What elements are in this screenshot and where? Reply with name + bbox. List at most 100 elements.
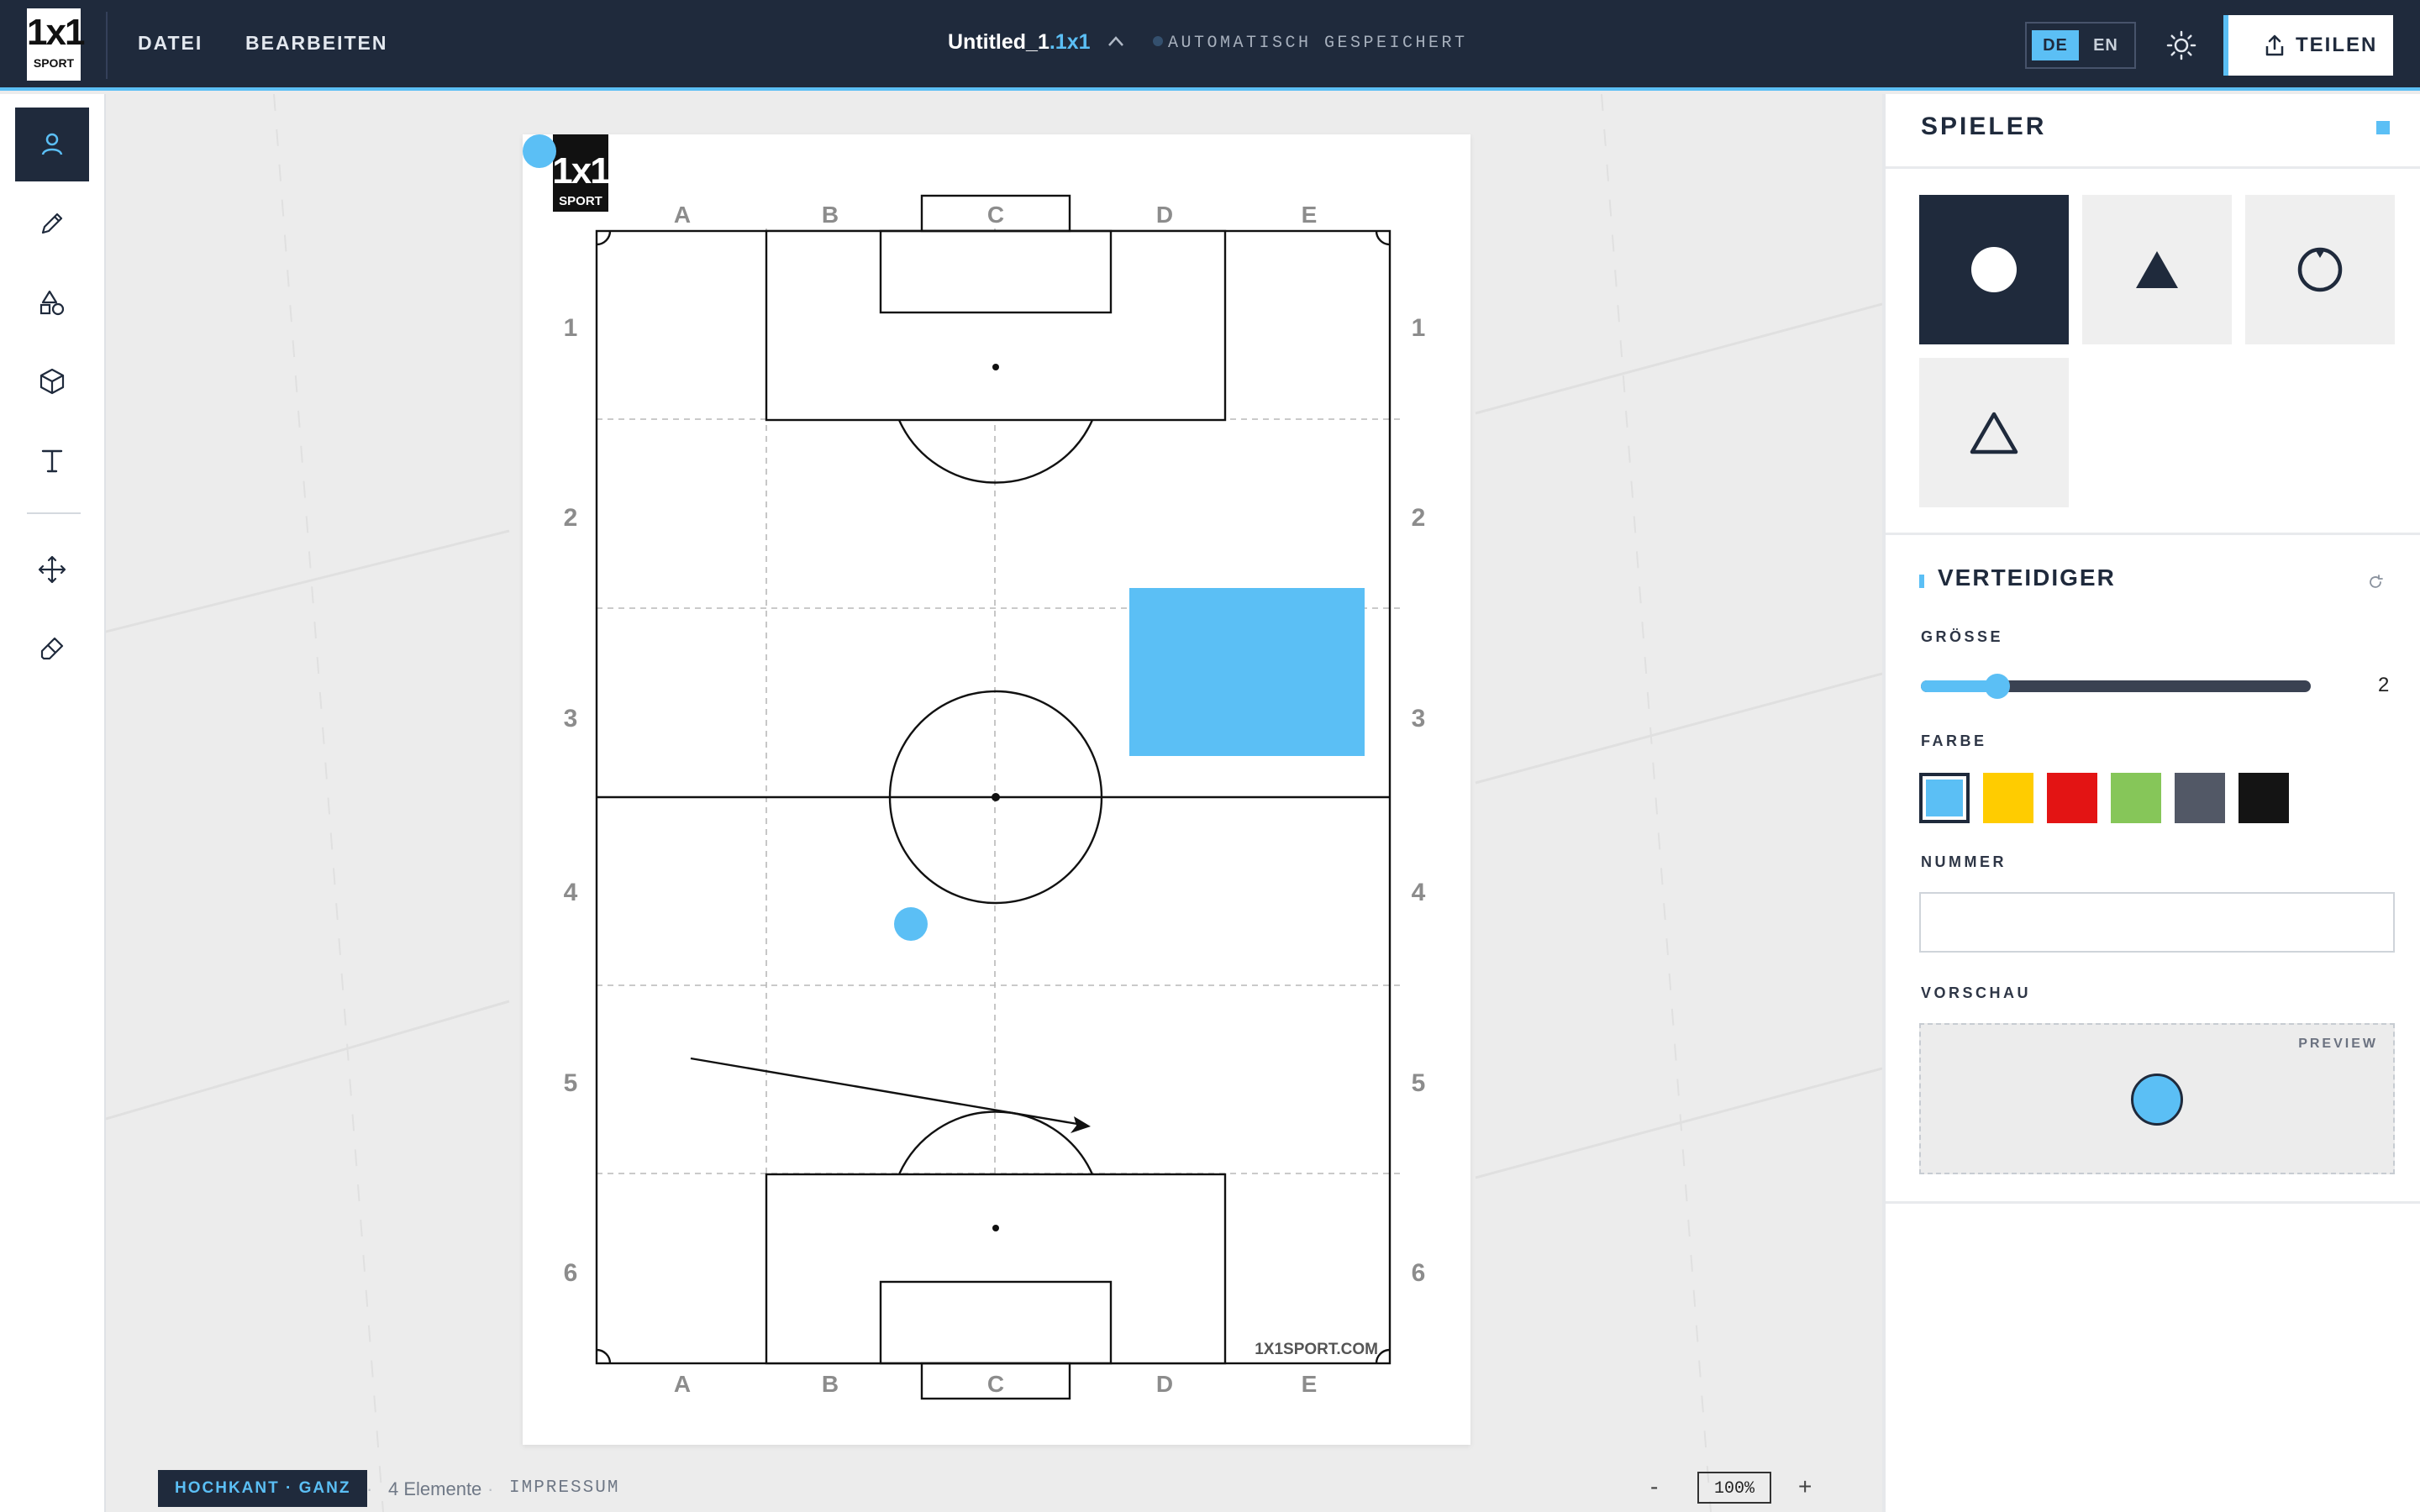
color-label: FARBE xyxy=(1921,732,1987,749)
col-label-top: B xyxy=(822,202,839,228)
tool-text[interactable] xyxy=(15,423,89,497)
zoom-level[interactable]: 100% xyxy=(1697,1472,1771,1504)
lang-de-button[interactable]: DE xyxy=(2032,30,2079,60)
preview-tag: PREVIEW xyxy=(2298,1037,2378,1051)
soccer-pitch[interactable]: A B C D E A B C D E 1 2 3 4 5 6 1 2 3 4 … xyxy=(523,134,1470,1445)
left-toolbar xyxy=(0,94,106,1512)
pass-arrow[interactable] xyxy=(690,1057,1091,1133)
color-swatch-red[interactable] xyxy=(2047,773,2097,823)
sheet-logo-mark: 1x1 xyxy=(552,150,610,192)
move-icon xyxy=(38,555,66,584)
tool-player[interactable] xyxy=(15,108,89,181)
logo-sub: SPORT xyxy=(33,56,75,70)
app-logo[interactable]: 1x1 SPORT xyxy=(27,8,85,81)
impressum-link[interactable]: IMPRESSUM xyxy=(509,1478,619,1498)
pitch-sheet[interactable]: A B C D E A B C D E 1 2 3 4 5 6 1 2 3 4 … xyxy=(523,134,1470,1445)
player-marker[interactable] xyxy=(894,907,928,941)
row-label-left: 1 xyxy=(564,314,578,342)
document-name: Untitled_1 xyxy=(948,30,1050,54)
row-label-right: 3 xyxy=(1412,705,1426,732)
row-label-right: 2 xyxy=(1412,504,1426,532)
col-label-bottom: A xyxy=(674,1371,691,1397)
triangle-filled-icon xyxy=(2136,251,2178,288)
canvas-area[interactable]: A B C D E A B C D E 1 2 3 4 5 6 1 2 3 4 … xyxy=(106,94,1882,1512)
player-marker[interactable] xyxy=(523,134,556,168)
row-label-right: 5 xyxy=(1412,1069,1426,1097)
triangle-outline-icon xyxy=(1970,412,2018,454)
circle-outline-icon xyxy=(2297,247,2343,292)
number-label: NUMMER xyxy=(1921,853,2007,870)
col-label-top: D xyxy=(1156,202,1173,228)
col-label-top: C xyxy=(987,202,1004,228)
col-label-bottom: B xyxy=(822,1371,839,1397)
circle-filled-icon xyxy=(1971,247,2017,292)
col-label-bottom: C xyxy=(987,1371,1004,1397)
lang-en-button[interactable]: EN xyxy=(2082,30,2129,60)
eraser-icon xyxy=(40,637,64,660)
row-label-left: 3 xyxy=(564,705,578,732)
chevron-up-icon[interactable] xyxy=(1102,30,1125,54)
menu-bearbeiten[interactable]: BEARBEITEN xyxy=(245,32,388,55)
panel-divider xyxy=(1886,166,2420,169)
tool-shapes[interactable] xyxy=(15,265,89,339)
properties-panel: SPIELER VERTEIDIGER GRÖSSE 2 FARBE NUMME… xyxy=(1882,94,2420,1512)
orientation-badge[interactable]: HOCHKANT · GANZ xyxy=(158,1470,368,1507)
row-label-left: 2 xyxy=(564,504,578,532)
number-input[interactable] xyxy=(1919,892,2395,953)
autosave-status: AUTOMATISCH GESPEICHERT xyxy=(1153,34,1468,53)
menu-datei[interactable]: DATEI xyxy=(138,32,203,55)
shape-option-triangle-outline[interactable] xyxy=(1919,358,2069,507)
tool-draw[interactable] xyxy=(15,186,89,260)
size-label: GRÖSSE xyxy=(1921,628,2004,645)
status-separator: · xyxy=(366,1478,373,1499)
row-label-left: 4 xyxy=(564,879,578,906)
shape-option-triangle-filled[interactable] xyxy=(2082,195,2232,344)
color-swatch-green[interactable] xyxy=(2111,773,2161,823)
reset-icon[interactable] xyxy=(2366,573,2385,596)
sheet-logo: 1x1 SPORT xyxy=(552,134,612,212)
preview-player xyxy=(2131,1074,2183,1126)
share-button[interactable]: TEILEN xyxy=(2223,15,2393,76)
panel-divider xyxy=(1886,1201,2420,1204)
shape-option-circle-outline[interactable] xyxy=(2245,195,2395,344)
zoom-out-button[interactable]: - xyxy=(1650,1473,1658,1500)
panel-divider xyxy=(1886,533,2420,535)
color-swatch-blue[interactable] xyxy=(1919,773,1970,823)
sheet-logo-sub: SPORT xyxy=(559,194,602,208)
tool-move[interactable] xyxy=(15,533,89,606)
col-label-bottom: E xyxy=(1302,1371,1318,1397)
theme-toggle-button[interactable] xyxy=(2161,25,2202,66)
zone-rectangle[interactable] xyxy=(1129,588,1365,756)
size-value: 2 xyxy=(2378,674,2390,696)
tool-erase[interactable] xyxy=(15,612,89,685)
col-label-top: E xyxy=(1302,202,1318,228)
col-label-bottom: D xyxy=(1156,1371,1173,1397)
row-label-right: 1 xyxy=(1412,314,1426,342)
status-separator: · xyxy=(487,1478,494,1499)
preview-box: PREVIEW xyxy=(1919,1023,2395,1174)
header-divider xyxy=(106,12,108,79)
top-bar: 1x1 SPORT DATEI BEARBEITEN Untitled_1.1x… xyxy=(0,0,2420,91)
tool-3d[interactable] xyxy=(15,344,89,418)
color-swatch-gray[interactable] xyxy=(2175,773,2225,823)
pitch-watermark: 1X1SPORT.COM xyxy=(1255,1341,1378,1358)
shape-option-circle-filled[interactable] xyxy=(1919,195,2069,344)
toolbar-divider xyxy=(27,512,81,514)
canvas-status-bar: HOCHKANT · GANZ · 4 Elemente · IMPRESSUM… xyxy=(106,1448,1882,1512)
sun-icon xyxy=(2166,30,2196,60)
document-title[interactable]: Untitled_1.1x1 xyxy=(948,30,1124,55)
zoom-in-button[interactable]: + xyxy=(1798,1473,1812,1500)
row-label-right: 6 xyxy=(1412,1259,1426,1287)
row-label-right: 4 xyxy=(1412,879,1426,906)
color-swatch-black[interactable] xyxy=(2238,773,2289,823)
player-icon xyxy=(41,133,63,155)
pencil-icon xyxy=(41,213,63,234)
color-swatch-yellow[interactable] xyxy=(1983,773,2033,823)
share-icon xyxy=(2265,34,2284,56)
language-switch: DE EN xyxy=(2025,22,2136,69)
size-slider-thumb[interactable] xyxy=(1985,674,2010,699)
autosave-label: AUTOMATISCH GESPEICHERT xyxy=(1168,34,1468,53)
panel-accent-mark xyxy=(2376,121,2390,134)
row-label-left: 6 xyxy=(564,1259,578,1287)
section-title: VERTEIDIGER xyxy=(1938,564,2116,591)
